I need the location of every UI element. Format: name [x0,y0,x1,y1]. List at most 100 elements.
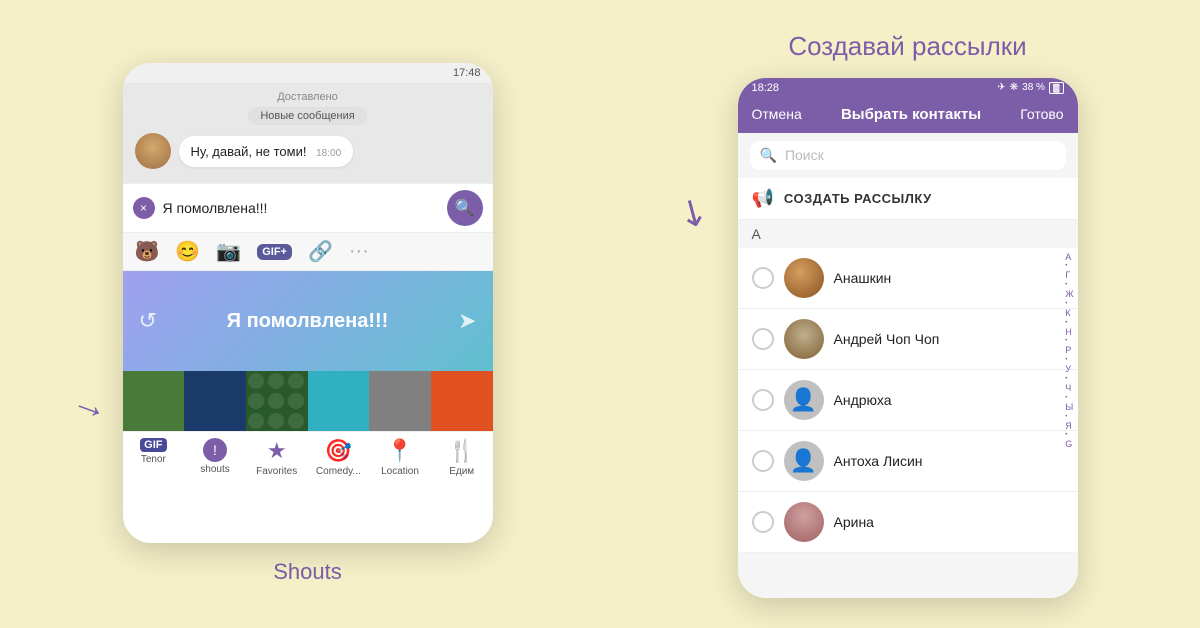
sticker-tabs: GIF Tenor ! shouts ★ Favorites 🎯 Comedy.… [123,431,493,481]
contact-item-1[interactable]: Анашкин [738,248,1078,309]
contact-checkbox-3[interactable] [752,389,774,411]
bg-thumb-3[interactable] [246,371,308,431]
link-icon[interactable]: 🔗 [308,239,333,264]
clear-button[interactable]: × [133,197,155,219]
bg-thumb-4[interactable] [308,371,370,431]
alpha-a[interactable]: А [1065,252,1073,263]
right-section: Создавай рассылки ↘ 18:28 ✈ ❋ 38 % ▓ Отм… [738,31,1078,598]
alpha-dot-2: • [1065,282,1073,288]
avatar-image-1 [784,258,824,298]
create-broadcast[interactable]: 📢 СОЗДАТЬ РАССЫЛКУ [738,178,1078,220]
tab-comedy[interactable]: 🎯 Comedy... [308,438,370,477]
edim-tab-icon: 🍴 [448,438,475,464]
search-inner[interactable]: 🔍 Поиск [750,141,1066,170]
done-button[interactable]: Готово [1020,106,1063,122]
alpha-zh[interactable]: Ж [1065,289,1073,300]
avatar-image-5 [784,502,824,542]
phone-right: 18:28 ✈ ❋ 38 % ▓ Отмена Выбрать контакты… [738,78,1078,598]
alpha-n[interactable]: Н [1065,327,1073,338]
alpha-dot-4: • [1065,320,1073,326]
signal-icon: ✈ [997,82,1005,93]
bg-thumb-5[interactable] [369,371,431,431]
battery-text: 38 % [1022,82,1045,93]
contact-item-4[interactable]: 👤 Антоха Лисин [738,431,1078,492]
alpha-dot-10: • [1065,432,1073,438]
camera-icon[interactable]: 📷 [216,239,241,264]
more-icon[interactable]: ··· [349,240,369,263]
new-messages-label: Новые сообщения [248,107,366,125]
contact-item-3[interactable]: 👤 Андрюха [738,370,1078,431]
shouts-tab-icon: ! [203,438,227,462]
alpha-ya[interactable]: Я [1065,421,1073,432]
alpha-dot-6: • [1065,357,1073,363]
gif-tab-icon: GIF [140,438,166,452]
tab-location[interactable]: 📍 Location [369,438,431,477]
tenor-label: Tenor [141,454,166,465]
header-title: Выбрать контакты [841,106,981,123]
tab-edim[interactable]: 🍴 Едим [431,438,493,477]
contact-checkbox-4[interactable] [752,450,774,472]
cancel-button[interactable]: Отмена [752,106,802,122]
bluetooth-icon: ❋ [1010,82,1018,93]
contact-item-2[interactable]: Андрей Чоп Чоп [738,309,1078,370]
avatar [135,133,171,169]
right-time: 18:28 [752,82,780,94]
message-text: Ну, давай, не томи! [191,144,307,159]
contact-header: Отмена Выбрать контакты Готово [738,98,1078,133]
input-text[interactable]: Я помолвлена!!! [163,200,447,216]
bear-icon[interactable]: 🐻 [135,239,160,264]
comedy-label: Comedy... [316,466,361,477]
alpha-dot-9: • [1065,414,1073,420]
left-label: Shouts [273,559,342,585]
message-time: 18:00 [316,148,341,159]
alpha-k[interactable]: К [1065,308,1073,319]
sticker-toolbar: 🐻 😊 📷 GIF+ 🔗 ··· [123,232,493,271]
alpha-ch[interactable]: Ч [1065,383,1073,394]
alpha-u[interactable]: У [1065,364,1073,375]
alpha-y[interactable]: Ы [1065,402,1073,413]
message-bubble: Ну, давай, не томи! 18:00 [179,136,354,167]
alpha-dot-3: • [1065,301,1073,307]
phone-left: 17:48 Доставлено Новые сообщения Ну, дав… [123,63,493,543]
location-label: Location [381,466,419,477]
prev-sticker-button[interactable]: ↺ [139,308,157,334]
contact-checkbox-5[interactable] [752,511,774,533]
contact-avatar-4: 👤 [784,441,824,481]
alpha-r[interactable]: Р [1065,345,1073,356]
star-tab-icon: ★ [267,438,287,464]
broadcast-text: СОЗДАТЬ РАССЫЛКУ [784,191,932,206]
contact-name-2: Андрей Чоп Чоп [834,331,940,347]
new-messages-pill: Новые сообщения [135,107,481,125]
contact-list: Анашкин Андрей Чоп Чоп 👤 Андрюха 👤 [738,248,1078,553]
contact-name-3: Андрюха [834,392,892,408]
status-bar-right: 18:28 ✈ ❋ 38 % ▓ [738,78,1078,98]
tab-shouts[interactable]: ! shouts [184,438,246,477]
x-icon: × [140,201,147,215]
tab-favorites[interactable]: ★ Favorites [246,438,308,477]
bg-thumb-6[interactable] [431,371,493,431]
bg-thumb-2[interactable] [184,371,246,431]
delivered-row: Доставлено [135,91,481,103]
alpha-latin-g[interactable]: G [1065,439,1073,450]
contact-item-5[interactable]: Арина [738,492,1078,553]
avatar-image-2 [784,319,824,359]
next-sticker-button[interactable]: ➤ [458,308,476,334]
input-bar[interactable]: × Я помолвлена!!! 🔍 [123,183,493,232]
delivered-text: Доставлено [277,91,338,103]
status-bar-left: 17:48 [123,63,493,83]
gif-icon[interactable]: GIF+ [257,244,292,260]
alpha-dot-5: • [1065,338,1073,344]
search-button[interactable]: 🔍 [447,190,483,226]
bg-thumb-1[interactable] [123,371,185,431]
contact-checkbox-1[interactable] [752,267,774,289]
alpha-g[interactable]: Г [1065,270,1073,281]
edim-label: Едим [449,466,474,477]
tab-tenor[interactable]: GIF Tenor [123,438,185,477]
avatar-image [135,133,171,169]
avatar-image-4: 👤 [784,441,824,481]
contact-checkbox-2[interactable] [752,328,774,350]
contact-name-5: Арина [834,514,874,530]
left-section: 17:48 Доставлено Новые сообщения Ну, дав… [123,63,493,585]
broadcast-icon: 📢 [752,188,774,209]
emoji-icon[interactable]: 😊 [175,239,200,264]
